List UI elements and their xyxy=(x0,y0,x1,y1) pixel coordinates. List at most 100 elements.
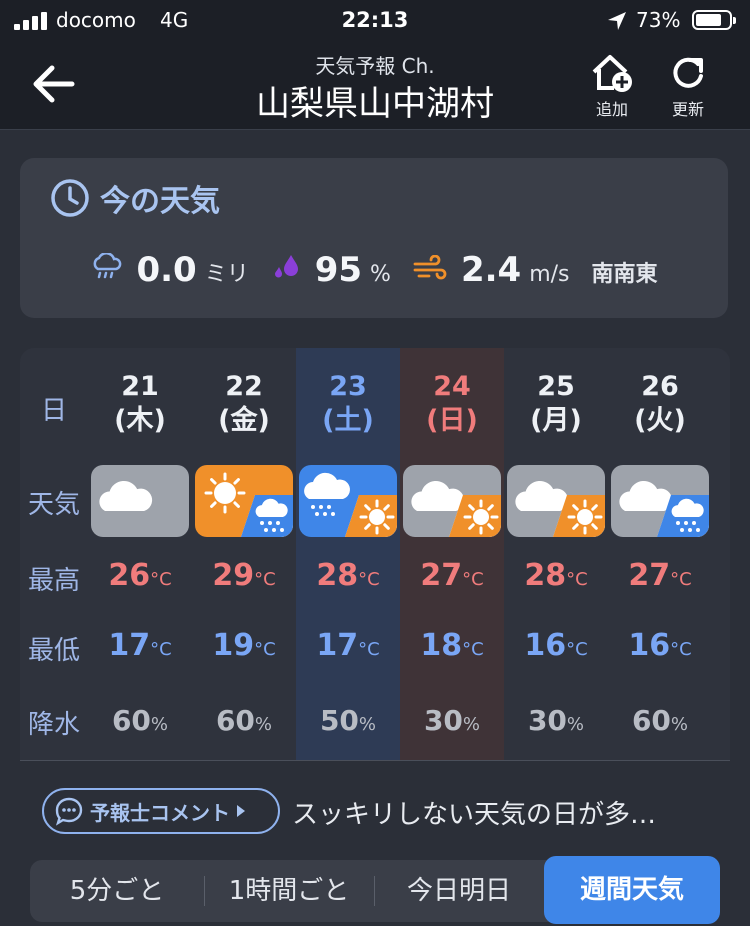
tab-hourly[interactable]: 1時間ごと xyxy=(204,860,374,922)
refresh-button[interactable]: 更新 xyxy=(656,52,720,122)
weather-icon-box xyxy=(403,465,501,537)
forecaster-comment-text[interactable]: スッキリしない天気の日が多… xyxy=(292,794,656,831)
temp-unit: °C xyxy=(254,569,276,590)
humidity-value: 95 xyxy=(314,250,363,290)
precip-chance: 60% xyxy=(192,704,296,737)
high-temp-value: 28 xyxy=(316,558,359,593)
tab-weekly[interactable]: 週間天気 xyxy=(544,856,720,924)
rain-then-sunny-icon xyxy=(299,465,397,537)
day-of-week: (月) xyxy=(530,405,582,436)
low-temp: 17°C xyxy=(296,628,400,663)
day-column[interactable]: 26 (火) 27°C 16°C 60% xyxy=(608,348,712,760)
precip-value: 30 xyxy=(423,704,463,737)
home-add-icon xyxy=(592,55,632,92)
battery-icon xyxy=(692,10,736,30)
precip-value: 60 xyxy=(111,704,151,737)
day-header: 25 (月) xyxy=(504,370,608,438)
precip-unit: % xyxy=(462,714,481,735)
refresh-label: 更新 xyxy=(671,100,704,119)
precip-chance: 30% xyxy=(504,704,608,737)
weather-icon-box xyxy=(299,465,397,537)
low-temp: 18°C xyxy=(400,628,504,663)
rain-amount: 0.0 xyxy=(136,250,197,290)
day-date: 21 xyxy=(121,371,159,402)
weekly-forecast-table: 日 天気 最高 最低 降水 21 (木) 26°C 17°C 60% 22 (金… xyxy=(20,348,730,760)
status-bar: docomo 4G 22:13 73% xyxy=(0,0,750,40)
day-column[interactable]: 22 (金) 29°C 19°C 60% xyxy=(192,348,296,760)
current-weather-title: 今の天気 xyxy=(100,184,220,219)
high-temp-value: 29 xyxy=(212,558,255,593)
day-of-week: (日) xyxy=(426,405,478,436)
refresh-icon xyxy=(673,57,703,88)
clock-icon xyxy=(51,179,89,217)
speech-bubble-icon xyxy=(55,797,83,826)
forecaster-comment-label: 予報士コメント xyxy=(90,800,230,825)
precip-chance: 60% xyxy=(88,704,192,737)
high-temp: 28°C xyxy=(504,558,608,593)
low-temp: 16°C xyxy=(608,628,712,663)
day-column[interactable]: 25 (月) 28°C 16°C 30% xyxy=(504,348,608,760)
low-temp-value: 16 xyxy=(628,628,671,663)
high-temp: 28°C xyxy=(296,558,400,593)
cloudy-then-sunny-icon xyxy=(507,465,605,537)
temp-unit: °C xyxy=(358,569,380,590)
humidity-icon xyxy=(274,255,298,278)
temp-unit: °C xyxy=(670,639,692,660)
divider xyxy=(20,760,730,761)
current-weather-card: 今の天気 0.0 ミリ 95 % 2.4 m/s 南南東 xyxy=(20,158,728,318)
temp-unit: °C xyxy=(254,639,276,660)
tab-5min[interactable]: 5分ごと xyxy=(30,860,204,922)
day-date: 22 xyxy=(225,371,263,402)
low-temp: 17°C xyxy=(88,628,192,663)
day-date: 24 xyxy=(433,371,471,402)
day-date: 25 xyxy=(537,371,575,402)
wind-speed: 2.4 xyxy=(460,250,522,290)
day-column[interactable]: 21 (木) 26°C 17°C 60% xyxy=(88,348,192,760)
precip-chance: 50% xyxy=(296,704,400,737)
temp-unit: °C xyxy=(358,639,380,660)
temp-unit: °C xyxy=(670,569,692,590)
high-temp-value: 27 xyxy=(628,558,671,593)
low-temp-value: 17 xyxy=(316,628,359,663)
precip-value: 30 xyxy=(527,704,567,737)
weather-icon-box xyxy=(195,465,293,537)
day-column[interactable]: 24 (日) 27°C 18°C 30% xyxy=(400,348,504,760)
humidity-unit: % xyxy=(370,262,391,287)
location-arrow-icon xyxy=(608,12,626,30)
current-weather-heading: 今の天気 xyxy=(50,176,220,220)
play-triangle-icon xyxy=(237,805,245,817)
temp-unit: °C xyxy=(150,639,172,660)
current-stats: 0.0 ミリ 95 % 2.4 m/s 南南東 xyxy=(20,250,728,290)
sunny-then-rain-icon xyxy=(195,465,293,537)
battery-percent: 73% xyxy=(636,8,681,32)
high-temp: 27°C xyxy=(400,558,504,593)
temp-unit: °C xyxy=(566,569,588,590)
temp-unit: °C xyxy=(462,569,484,590)
add-location-button[interactable]: 追加 xyxy=(580,52,644,122)
precip-value: 60 xyxy=(215,704,255,737)
day-of-week: (木) xyxy=(114,405,166,436)
low-temp: 19°C xyxy=(192,628,296,663)
add-label: 追加 xyxy=(595,100,628,119)
wind-direction: 南南東 xyxy=(591,262,658,287)
low-temp-value: 16 xyxy=(524,628,567,663)
day-header: 22 (金) xyxy=(192,370,296,438)
day-of-week: (火) xyxy=(634,405,686,436)
high-temp: 29°C xyxy=(192,558,296,593)
temp-unit: °C xyxy=(566,639,588,660)
high-temp: 27°C xyxy=(608,558,712,593)
row-label-high: 最高 xyxy=(27,566,80,596)
high-temp-value: 27 xyxy=(420,558,463,593)
row-label-day: 日 xyxy=(40,396,67,426)
forecaster-comment-button[interactable]: 予報士コメント xyxy=(42,788,280,834)
low-temp-value: 17 xyxy=(108,628,151,663)
weather-icon-box xyxy=(507,465,605,537)
tab-today-tomorrow[interactable]: 今日明日 xyxy=(374,860,544,922)
day-column[interactable]: 23 (土) 28°C 17°C 50% xyxy=(296,348,400,760)
day-date: 26 xyxy=(641,371,679,402)
day-of-week: (土) xyxy=(322,405,374,436)
weather-icon-box xyxy=(91,465,189,537)
row-label-precip: 降水 xyxy=(27,710,80,740)
cloudy-icon xyxy=(91,465,189,537)
temp-unit: °C xyxy=(150,569,172,590)
